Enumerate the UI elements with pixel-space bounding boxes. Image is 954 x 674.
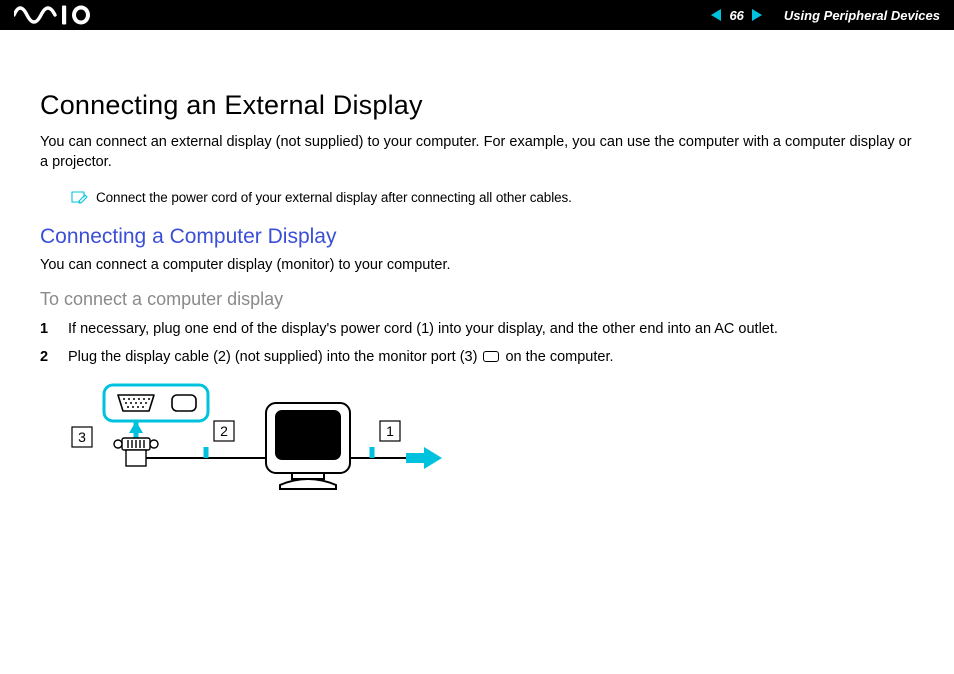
subsection-title: Connecting a Computer Display bbox=[40, 225, 922, 249]
prev-page-icon[interactable] bbox=[711, 9, 721, 21]
vaio-logo bbox=[14, 5, 112, 25]
section-title: Using Peripheral Devices bbox=[784, 8, 940, 23]
monitor-port-icon bbox=[483, 351, 499, 362]
header-right: 66 Using Peripheral Devices bbox=[711, 8, 940, 23]
next-page-icon[interactable] bbox=[752, 9, 762, 21]
step-1: If necessary, plug one end of the displa… bbox=[40, 320, 922, 340]
note-text: Connect the power cord of your external … bbox=[96, 190, 572, 205]
label-3: 3 bbox=[78, 429, 86, 445]
note: Connect the power cord of your external … bbox=[70, 190, 922, 207]
page-title: Connecting an External Display bbox=[40, 90, 922, 121]
page-number: 66 bbox=[729, 8, 743, 23]
label-2: 2 bbox=[220, 423, 228, 439]
note-icon bbox=[70, 190, 88, 207]
header-bar: 66 Using Peripheral Devices bbox=[0, 0, 954, 30]
step-2-text: Plug the display cable (2) (not supplied… bbox=[68, 348, 614, 368]
subsection-body: You can connect a computer display (moni… bbox=[40, 257, 922, 273]
connection-diagram: 3 2 bbox=[66, 383, 922, 508]
label-1: 1 bbox=[386, 423, 394, 439]
intro-paragraph: You can connect an external display (not… bbox=[40, 133, 922, 172]
steps-list: If necessary, plug one end of the displa… bbox=[40, 320, 922, 367]
procedure-title: To connect a computer display bbox=[40, 289, 922, 310]
page-content: Connecting an External Display You can c… bbox=[0, 30, 954, 508]
step-2: Plug the display cable (2) (not supplied… bbox=[40, 348, 922, 368]
